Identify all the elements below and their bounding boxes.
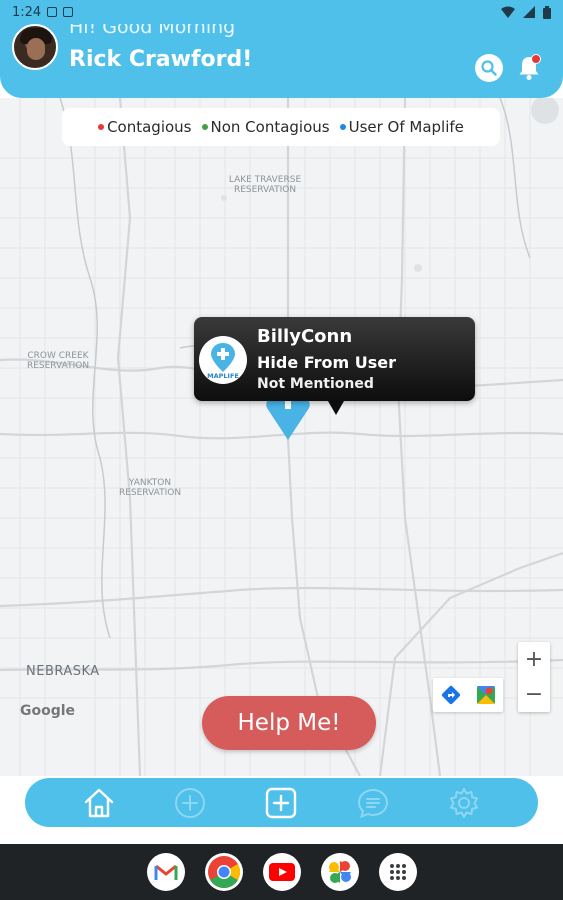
directions-icon[interactable] [441,685,461,705]
app-grid-icon [389,864,406,880]
nav-add-post[interactable] [261,783,301,823]
info-status: Hide From User [257,353,397,372]
chat-icon [357,788,388,818]
chrome-app[interactable] [204,853,243,891]
app-drawer[interactable] [378,853,417,891]
nav-home[interactable] [79,783,119,823]
zoom-in-button[interactable]: + [518,642,550,677]
battery-icon [543,5,551,19]
youtube-icon [268,863,295,881]
app-root: Hi! Good Morning Rick Crawford! 1:24 LAK… [0,0,563,900]
legend-label: User Of Maplife [348,118,464,136]
signal-icon [523,6,535,18]
search-button[interactable] [475,54,503,82]
nav-add-circle[interactable] [170,783,210,823]
green-dot-icon [201,124,208,130]
gmail-icon [154,864,177,880]
user-location-pin[interactable] [263,394,313,442]
status-time: 1:24 [12,4,42,20]
maplife-logo-icon: MAPLIFE [207,343,239,380]
map-label-yankton: YANKTON RESERVATION [118,478,182,498]
photos-icon [328,861,351,883]
nav-settings[interactable] [444,783,484,823]
zoom-out-button[interactable]: − [518,677,550,712]
map-legend: Contagious Non Contagious User Of Maplif… [62,108,500,146]
legend-item-non-contagious: Non Contagious [201,118,330,136]
avatar[interactable] [12,24,58,70]
info-user-name: BillyConn [257,326,353,347]
sim-status-icon [63,7,74,17]
map-label-nebraska: NEBRASKA [26,664,100,679]
google-maps-icon[interactable] [476,685,496,705]
add-box-icon [266,787,297,818]
search-icon [481,60,497,76]
map-toolbar [433,678,503,712]
info-note: Not Mentioned [257,376,374,392]
map-label-lake-traverse: LAKE TRAVERSE RESERVATION [228,175,302,195]
home-icon [84,788,113,817]
gmail-app[interactable] [146,853,185,891]
help-me-button[interactable]: Help Me! [202,696,376,750]
legend-item-contagious: Contagious [98,118,192,136]
zoom-control: + − [518,642,550,712]
info-window-tail [328,401,344,415]
gear-icon [450,787,479,818]
bottom-nav [25,778,538,827]
nav-chat[interactable] [353,783,393,823]
youtube-app[interactable] [262,853,301,891]
gear-status-icon [47,7,58,17]
status-bar: 1:24 [0,0,563,24]
maplife-logo: MAPLIFE [199,336,247,384]
legend-label: Non Contagious [210,118,330,136]
maplife-logo-text: MAPLIFE [207,372,239,380]
avatar-face [27,38,45,60]
legend-label: Contagious [107,118,192,136]
blue-dot-icon [339,124,346,130]
red-dot-icon [98,124,105,130]
wifi-icon [501,6,515,18]
photos-app[interactable] [320,853,359,891]
google-logo: Google [20,703,76,719]
user-info-window[interactable]: MAPLIFE BillyConn Hide From User Not Men… [194,317,475,415]
notification-button[interactable] [515,52,543,82]
add-circle-icon [175,787,206,818]
notification-badge [531,54,541,64]
system-dock [0,844,563,900]
map-label-crow-creek: CROW CREEK RESERVATION [26,351,90,371]
username-text: Rick Crawford! [69,47,253,72]
legend-item-maplife-user: User Of Maplife [339,118,464,136]
chrome-icon [207,856,240,889]
